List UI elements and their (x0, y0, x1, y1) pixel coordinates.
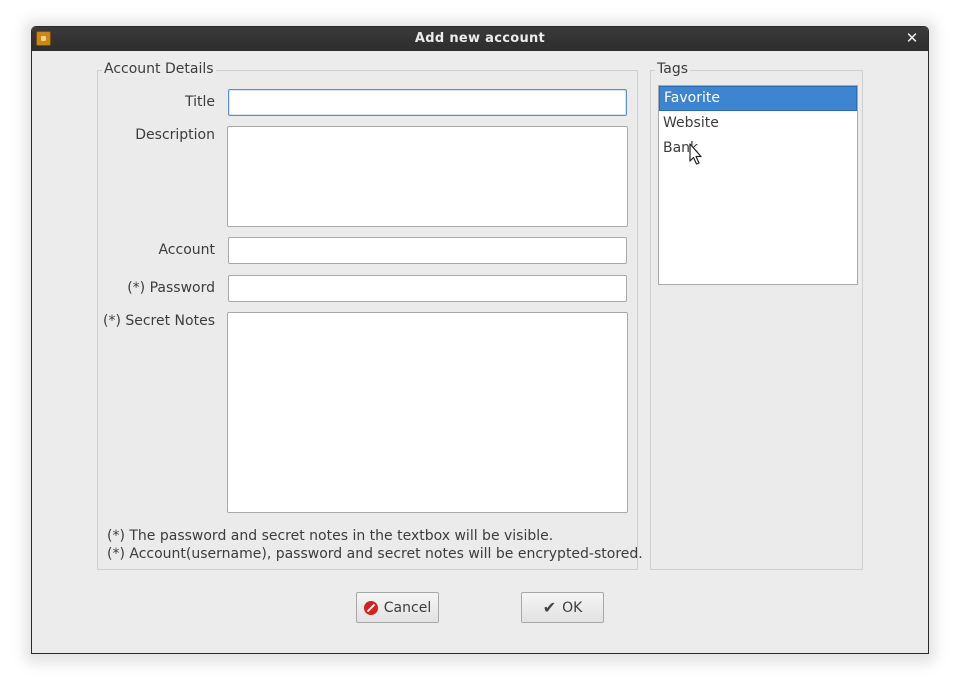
account-input[interactable] (228, 237, 627, 264)
ok-button[interactable]: ✔ OK (521, 592, 604, 623)
description-label: Description (135, 127, 215, 143)
title-label: Title (184, 94, 215, 110)
checkmark-icon: ✔ (542, 597, 557, 617)
tags-list[interactable]: Favorite Website Bank (658, 85, 858, 285)
description-textarea[interactable] (227, 126, 628, 227)
mouse-pointer-icon (689, 143, 702, 165)
secret-notes-label: (*) Secret Notes (102, 313, 215, 329)
cancel-button[interactable]: Cancel (356, 592, 439, 623)
visibility-note: (*) The password and secret notes in the… (107, 528, 554, 544)
tags-title: Tags (655, 61, 690, 77)
cancel-icon (363, 600, 378, 615)
cancel-button-label: Cancel (383, 599, 432, 616)
title-input[interactable] (228, 89, 627, 116)
account-details-title: Account Details (102, 61, 216, 77)
secret-notes-textarea[interactable] (227, 312, 628, 513)
tags-group: Tags Favorite Website Bank (650, 61, 863, 570)
window-title: Add new account (414, 31, 546, 46)
add-account-dialog: Add new account ✕ Account Details Title … (31, 26, 929, 654)
close-icon[interactable]: ✕ (904, 30, 920, 46)
account-label: Account (158, 242, 215, 258)
password-label: (*) Password (127, 280, 215, 296)
password-input[interactable] (228, 275, 627, 302)
tag-item-website[interactable]: Website (659, 111, 857, 136)
ok-button-label: OK (562, 599, 583, 616)
encryption-note: (*) Account(username), password and secr… (107, 546, 643, 562)
tag-item-favorite[interactable]: Favorite (659, 86, 857, 111)
title-bar[interactable]: Add new account ✕ (32, 27, 928, 51)
